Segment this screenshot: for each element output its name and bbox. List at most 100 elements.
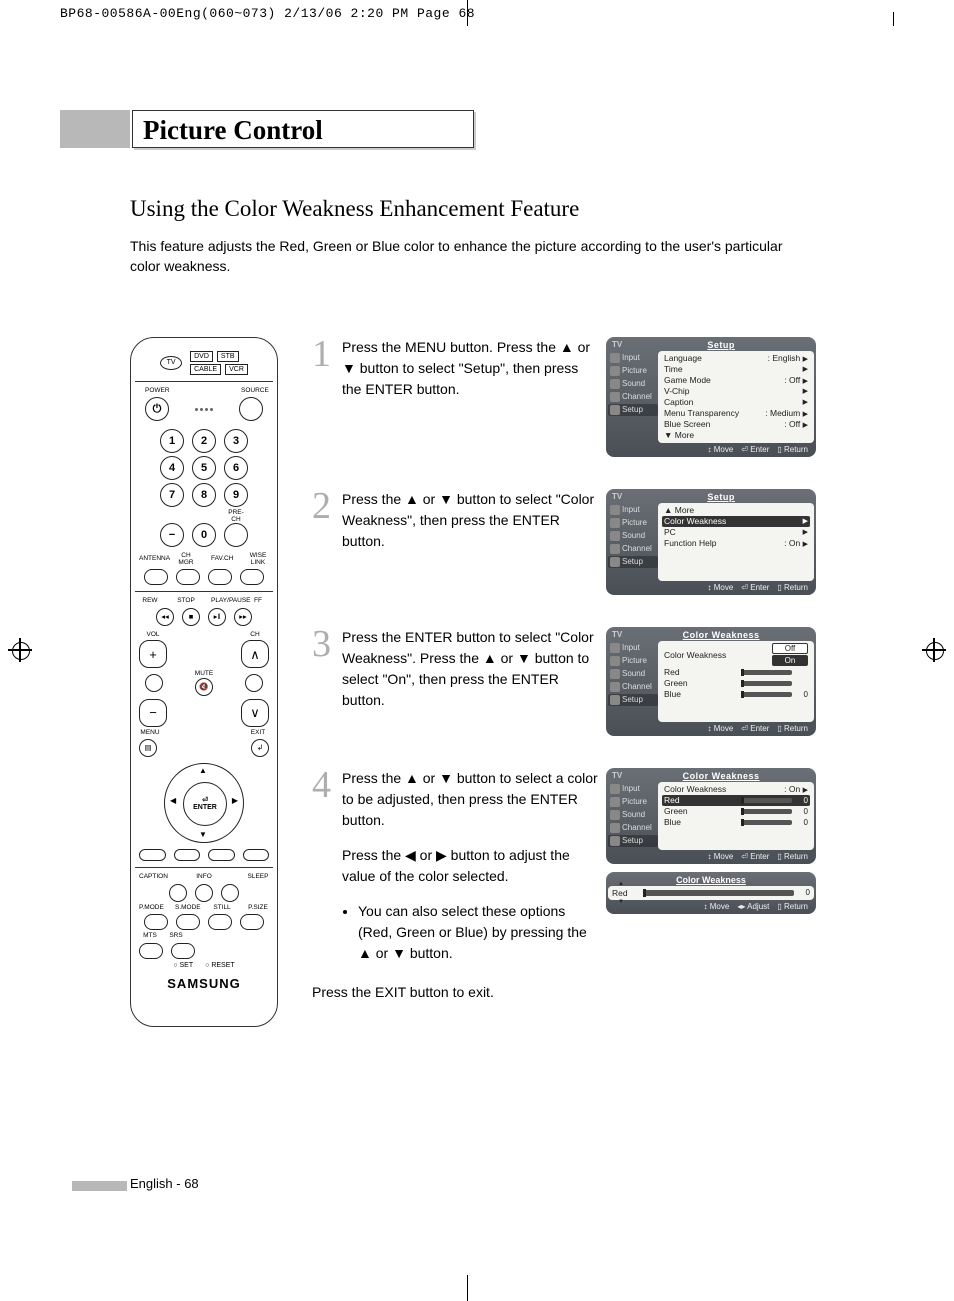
vol-up-icon: + xyxy=(139,640,167,668)
num-button: 8 xyxy=(192,483,216,507)
osd-source-label: TV xyxy=(612,340,622,349)
slider xyxy=(742,809,792,814)
osd-title: Setup xyxy=(632,340,810,350)
mts-label: MTS xyxy=(139,933,161,940)
transport-label: FF xyxy=(247,598,269,605)
slider xyxy=(742,681,792,686)
remote-prech-label: PRE-CH xyxy=(225,510,247,523)
remote-column: TV DVD STB CABLE VCR xyxy=(130,337,290,1031)
remote-power-label: POWER xyxy=(145,388,167,395)
num-button: 1 xyxy=(160,429,184,453)
play-pause-icon: ▸‖ xyxy=(208,608,226,626)
num-button: 3 xyxy=(224,429,248,453)
slider xyxy=(644,890,794,896)
remote-button xyxy=(208,914,232,930)
num-button: 7 xyxy=(160,483,184,507)
step-number: 4 xyxy=(312,772,342,799)
osd-title: Color Weakness xyxy=(608,874,814,886)
osd-screenshot: TV Setup Input Picture Sound Channel Setu… xyxy=(606,337,816,457)
step-1: 1 Press the MENU button. Press the ▲ or … xyxy=(312,337,816,461)
remote-mode-label: STB xyxy=(217,351,239,362)
remote-button xyxy=(243,849,270,861)
enter-button: ⏎ENTER xyxy=(183,782,227,826)
remote-mode-label: DVD xyxy=(190,351,213,362)
osd-title: Color Weakness xyxy=(632,630,810,640)
remote-button xyxy=(144,569,168,585)
transport-label: STOP xyxy=(175,598,197,605)
osd-adjustment-bar: Color Weakness Red 0 ↕ Move◂▸ Adjust▯ Re… xyxy=(606,872,816,914)
step-3: 3 Press the ENTER button to select "Colo… xyxy=(312,627,816,740)
crop-mark xyxy=(893,12,894,26)
down-arrow-icon: ▼ xyxy=(199,831,207,839)
remote-source-label: SOURCE xyxy=(241,388,263,395)
still-label: STILL xyxy=(211,905,233,912)
num-button: 9 xyxy=(224,483,248,507)
sleep-label: SLEEP xyxy=(247,874,269,881)
section-title: Using the Color Weakness Enhancement Fea… xyxy=(130,196,816,222)
remote-row-label: FAV.CH xyxy=(211,556,233,563)
samsung-logo: SAMSUNG xyxy=(139,977,269,990)
vol-down-icon: − xyxy=(139,699,167,727)
channel-icon xyxy=(610,392,620,402)
remote-button xyxy=(176,914,200,930)
step-2: 2 Press the ▲ or ▼ button to select "Col… xyxy=(312,489,816,599)
step-bullet: You can also select these options (Red, … xyxy=(358,901,598,964)
menu-label: MENU xyxy=(139,730,161,737)
power-icon: ⏻ xyxy=(145,397,169,421)
osd-title: Color Weakness xyxy=(632,771,810,781)
pmode-label: P.MODE xyxy=(139,905,161,912)
remote-button xyxy=(195,884,213,902)
remote-button xyxy=(171,943,195,959)
info-label: INFO xyxy=(193,874,215,881)
step-text: Press the ▲ or ▼ button to select "Color… xyxy=(342,489,606,552)
remote-button xyxy=(176,569,200,585)
num-button: 5 xyxy=(192,456,216,480)
sound-icon xyxy=(610,379,620,389)
remote-button xyxy=(240,569,264,585)
osd-menu: Language: English ▶ Time▶ Game Mode: Off… xyxy=(658,351,814,443)
adjust-color-label: Red xyxy=(612,888,640,898)
remote-tv-button: TV xyxy=(160,356,182,370)
srs-label: SRS xyxy=(165,933,187,940)
mute-label: MUTE xyxy=(193,671,215,678)
crop-mark xyxy=(467,0,468,26)
mute-icon: 🔇 xyxy=(195,678,213,696)
exit-icon: ↲ xyxy=(251,739,269,757)
off-option: Off xyxy=(772,643,808,654)
step-number: 2 xyxy=(312,493,342,520)
num-button: 4 xyxy=(160,456,184,480)
page-content: Picture Control Using the Color Weakness… xyxy=(130,110,816,1031)
osd-title: Setup xyxy=(632,492,810,502)
step-exit-text: Press the EXIT button to exit. xyxy=(312,982,598,1003)
setup-icon xyxy=(610,405,620,415)
remote-button xyxy=(144,914,168,930)
remote-button xyxy=(169,884,187,902)
remote-button xyxy=(245,674,263,692)
transport-label: PLAY/PAUSE xyxy=(211,598,233,605)
transport-label: REW xyxy=(139,598,161,605)
remote-prech-button xyxy=(224,523,248,547)
remote-button xyxy=(221,884,239,902)
ch-label: CH xyxy=(244,632,266,639)
remote-row-label: WISE LINK xyxy=(247,553,269,566)
remote-source-button xyxy=(239,397,263,421)
menu-icon: ▤ xyxy=(139,739,157,757)
move-hint: ↕ Move xyxy=(708,445,734,454)
num-button: 6 xyxy=(224,456,248,480)
remote-row-label: CH MGR xyxy=(175,553,197,566)
remote-button xyxy=(139,849,166,861)
left-arrow-icon: ◀ xyxy=(170,797,176,805)
chapter-title-bar: Picture Control xyxy=(130,110,816,148)
slider xyxy=(742,670,792,675)
picture-icon xyxy=(610,366,620,376)
remote-button xyxy=(145,674,163,692)
vol-label: VOL xyxy=(142,632,164,639)
input-icon xyxy=(610,353,620,363)
osd-sidebar: Input Picture Sound Channel Setup xyxy=(608,351,658,443)
psize-label: P.SIZE xyxy=(247,905,269,912)
ff-icon: ▸▸ xyxy=(234,608,252,626)
num-button: 2 xyxy=(192,429,216,453)
ch-up-icon: ∧ xyxy=(241,640,269,668)
stop-icon: ■ xyxy=(182,608,200,626)
ch-down-icon: ∨ xyxy=(241,699,269,727)
